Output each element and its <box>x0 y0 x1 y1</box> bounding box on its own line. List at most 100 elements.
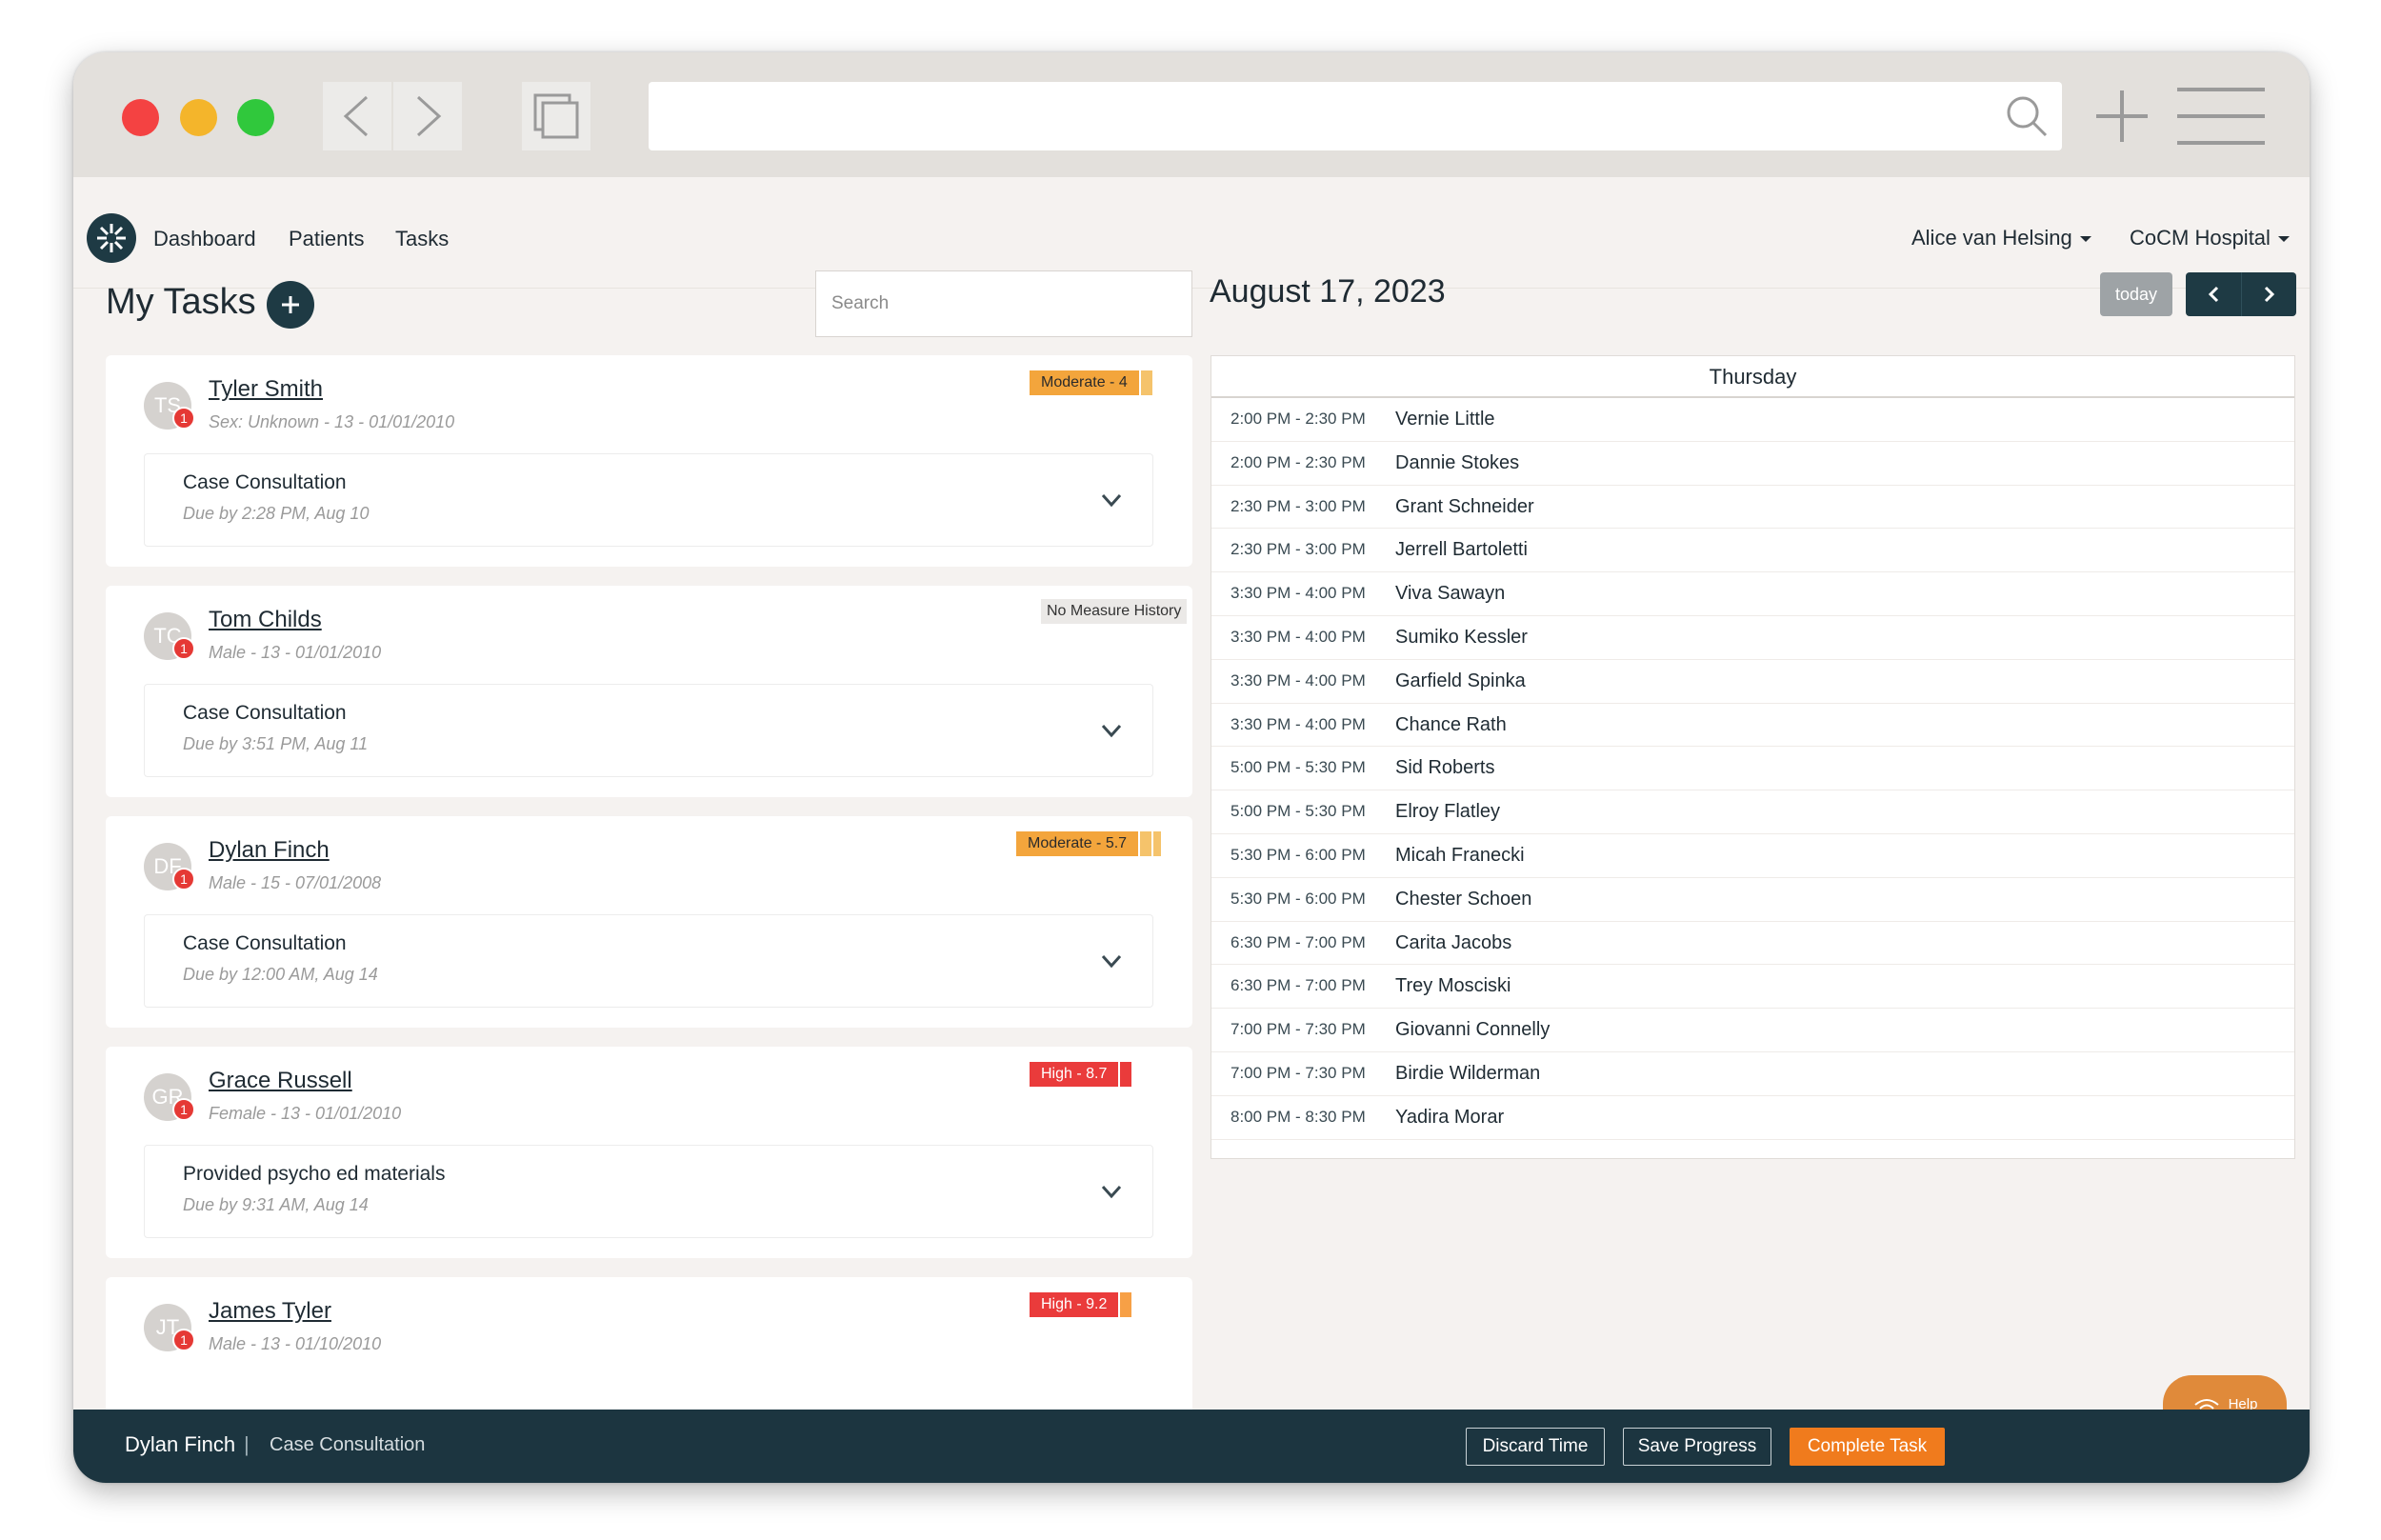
calendar-event[interactable]: 3:30 PM - 4:00 PM Chance Rath <box>1211 704 2294 748</box>
severity-badge: Moderate - 4 <box>1030 370 1152 395</box>
user-name: Alice van Helsing <box>1911 226 2072 250</box>
nav-dashboard[interactable]: Dashboard <box>153 227 256 251</box>
calendar-prev-button[interactable] <box>2186 272 2241 316</box>
calendar-event[interactable]: 6:30 PM - 7:00 PM Carita Jacobs <box>1211 922 2294 966</box>
severity-bar <box>1140 831 1152 856</box>
minimize-window-button[interactable] <box>180 99 217 136</box>
event-time: 3:30 PM - 4:00 PM <box>1231 584 1366 603</box>
discard-time-button[interactable]: Discard Time <box>1466 1428 1605 1466</box>
event-time: 2:00 PM - 2:30 PM <box>1231 452 1366 471</box>
event-patient-name: Garfield Spinka <box>1395 670 1526 691</box>
alert-count-badge: 1 <box>172 407 195 430</box>
patient-name-link[interactable]: Tyler Smith <box>209 376 323 403</box>
event-patient-name: Micah Franecki <box>1395 844 1525 866</box>
today-button[interactable]: today <box>2100 272 2172 316</box>
task-item[interactable]: Provided psycho ed materials Due by 9:31… <box>144 1145 1153 1238</box>
event-time: 7:00 PM - 7:30 PM <box>1231 1020 1366 1039</box>
calendar-event[interactable]: 7:00 PM - 7:30 PM Birdie Wilderman <box>1211 1052 2294 1096</box>
task-due-date: Due by 3:51 PM, Aug 11 <box>183 734 369 753</box>
user-menu[interactable]: Alice van Helsing <box>1911 226 2091 250</box>
chevron-down-icon[interactable] <box>1099 718 1124 743</box>
chevron-down-icon[interactable] <box>1099 1179 1124 1204</box>
severity-label: High - 9.2 <box>1030 1292 1119 1317</box>
calendar-event[interactable]: 2:00 PM - 2:30 PM Vernie Little <box>1211 398 2294 442</box>
search-icon[interactable] <box>2005 94 2049 138</box>
event-patient-name: Chester Schoen <box>1395 888 1532 910</box>
close-window-button[interactable] <box>122 99 159 136</box>
calendar-event[interactable]: 7:00 PM - 7:30 PM Giovanni Connelly <box>1211 1009 2294 1052</box>
nav-tasks[interactable]: Tasks <box>395 227 449 251</box>
task-card: GR 1 Grace Russell Female - 13 - 01/01/2… <box>106 1047 1192 1258</box>
event-patient-name: Trey Mosciski <box>1395 975 1511 997</box>
calendar-day-header: Thursday <box>1211 356 2294 398</box>
browser-toolbar <box>73 52 2310 177</box>
calendar-day-view[interactable]: Thursday 2:00 PM - 2:30 PM Vernie Little 2… <box>1211 355 2295 1159</box>
severity-badge: High - 9.2 <box>1030 1292 1132 1317</box>
severity-badge: High - 8.7 <box>1030 1062 1132 1087</box>
new-tab-icon[interactable] <box>2091 85 2153 148</box>
calendar-event[interactable]: 8:00 PM - 8:30 PM Yadira Morar <box>1211 1096 2294 1140</box>
event-patient-name: Elroy Flatley <box>1395 801 1501 823</box>
task-card: JT 1 James Tyler Male - 13 - 01/10/2010 … <box>106 1277 1192 1412</box>
event-time: 2:30 PM - 3:00 PM <box>1231 540 1366 559</box>
patient-demographics: Male - 13 - 01/01/2010 <box>209 643 382 662</box>
save-progress-button[interactable]: Save Progress <box>1623 1428 1771 1466</box>
chevron-right-icon <box>2264 286 2274 303</box>
active-task-bar: Dylan Finch | Case Consultation Discard … <box>73 1410 2310 1483</box>
severity-badge: No Measure History <box>1041 599 1188 624</box>
calendar-event[interactable]: 3:30 PM - 4:00 PM Viva Sawayn <box>1211 572 2294 616</box>
task-search-input[interactable] <box>815 270 1192 337</box>
org-menu[interactable]: CoCM Hospital <box>2130 226 2290 250</box>
calendar-event[interactable]: 5:00 PM - 5:30 PM Sid Roberts <box>1211 747 2294 791</box>
logo-icon <box>97 224 126 252</box>
task-item[interactable]: Case Consultation Due by 12:00 AM, Aug 1… <box>144 914 1153 1008</box>
patient-name-link[interactable]: Grace Russell <box>209 1068 352 1094</box>
back-button[interactable] <box>323 82 391 150</box>
event-time: 6:30 PM - 7:00 PM <box>1231 976 1366 995</box>
tabs-button[interactable] <box>522 82 590 150</box>
severity-label: Moderate - 4 <box>1030 370 1139 395</box>
event-time: 2:30 PM - 3:00 PM <box>1231 496 1366 515</box>
event-patient-name: Yadira Morar <box>1395 1106 1505 1128</box>
calendar-event[interactable]: 5:00 PM - 5:30 PM Elroy Flatley <box>1211 790 2294 834</box>
calendar-event[interactable]: 6:30 PM - 7:00 PM Trey Mosciski <box>1211 965 2294 1010</box>
forward-button[interactable] <box>393 82 462 150</box>
calendar-event[interactable]: 2:30 PM - 3:00 PM Grant Schneider <box>1211 486 2294 530</box>
event-time: 7:00 PM - 7:30 PM <box>1231 1063 1366 1082</box>
patient-name-link[interactable]: Dylan Finch <box>209 837 330 864</box>
forward-icon <box>416 95 442 137</box>
address-bar[interactable] <box>649 82 2062 150</box>
task-item[interactable]: Case Consultation Due by 3:51 PM, Aug 11 <box>144 684 1153 777</box>
calendar-event[interactable]: 5:30 PM - 6:00 PM Micah Franecki <box>1211 834 2294 878</box>
calendar-event[interactable]: 3:30 PM - 4:00 PM Garfield Spinka <box>1211 660 2294 704</box>
patient-name-link[interactable]: Tom Childs <box>209 607 322 633</box>
active-patient-name: Dylan Finch <box>125 1432 236 1456</box>
event-patient-name: Grant Schneider <box>1395 495 1534 517</box>
menu-icon[interactable] <box>2177 86 2265 147</box>
patient-name-link[interactable]: James Tyler <box>209 1298 331 1325</box>
caret-down-icon <box>2277 236 2290 243</box>
app-logo[interactable] <box>87 213 136 263</box>
maximize-window-button[interactable] <box>237 99 274 136</box>
task-item[interactable]: Case Consultation Due by 2:28 PM, Aug 10 <box>144 453 1153 547</box>
event-patient-name: Viva Sawayn <box>1395 583 1506 605</box>
task-due-date: Due by 12:00 AM, Aug 14 <box>183 965 378 984</box>
calendar-event[interactable]: 2:30 PM - 3:00 PM Jerrell Bartoletti <box>1211 529 2294 573</box>
severity-bar <box>1153 831 1162 856</box>
task-due-date: Due by 2:28 PM, Aug 10 <box>183 504 370 523</box>
calendar-event[interactable]: 3:30 PM - 4:00 PM Sumiko Kessler <box>1211 616 2294 660</box>
task-list[interactable]: TS 1 Tyler Smith Sex: Unknown - 13 - 01/… <box>106 355 1192 1412</box>
calendar-event[interactable]: 2:00 PM - 2:30 PM Dannie Stokes <box>1211 442 2294 486</box>
severity-label: High - 8.7 <box>1030 1062 1119 1087</box>
active-task-name: Case Consultation <box>270 1434 426 1455</box>
event-time: 3:30 PM - 4:00 PM <box>1231 627 1366 646</box>
chevron-down-icon[interactable] <box>1099 488 1124 512</box>
calendar-next-button[interactable] <box>2241 272 2296 316</box>
add-task-button[interactable] <box>267 281 314 329</box>
complete-task-button[interactable]: Complete Task <box>1790 1428 1945 1466</box>
nav-patients[interactable]: Patients <box>289 227 365 251</box>
chevron-down-icon[interactable] <box>1099 949 1124 973</box>
severity-bar <box>1120 1062 1132 1087</box>
calendar-event[interactable]: 5:30 PM - 6:00 PM Chester Schoen <box>1211 878 2294 922</box>
event-patient-name: Chance Rath <box>1395 713 1507 735</box>
